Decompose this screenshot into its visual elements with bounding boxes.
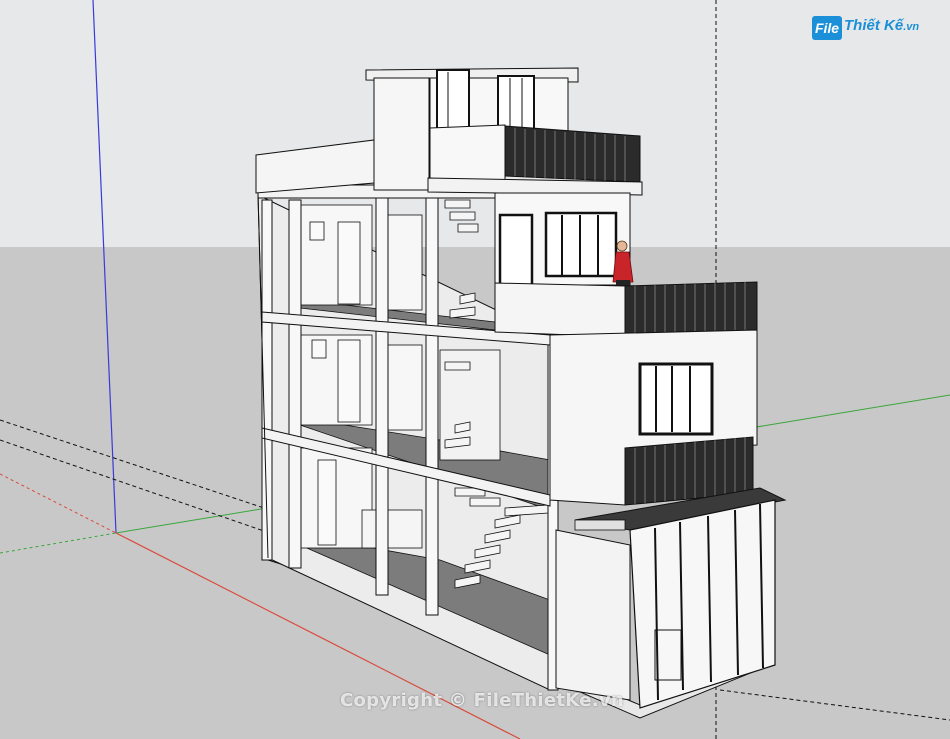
floor2-balcony-wall <box>494 282 626 338</box>
window-1a <box>311 339 327 359</box>
ground-small-roof <box>574 519 626 531</box>
logo-tld: .vn <box>903 21 920 33</box>
door-1a <box>337 339 361 423</box>
floor2-door <box>498 213 534 287</box>
sketchup-viewport[interactable]: File Thiết Kế.vn Copyright © FileThietKe… <box>0 0 950 739</box>
logo-wordmark: Thiết Kế.vn <box>844 17 919 34</box>
logo-badge: File <box>812 16 842 40</box>
top-door-right <box>497 75 535 133</box>
copyright-watermark: Copyright © FileThietKe.vn <box>340 690 625 711</box>
top-balcony-wall <box>429 124 506 181</box>
top-door-left <box>436 69 470 133</box>
room-wall-1a <box>299 334 373 426</box>
room-wall-1b <box>387 344 423 431</box>
door-0a <box>317 459 337 546</box>
top-volume-wall[interactable] <box>373 77 430 191</box>
door-2a <box>337 221 361 305</box>
ground-side-block[interactable] <box>555 529 631 701</box>
window-2a <box>309 221 325 241</box>
kitchen-counter <box>361 509 423 549</box>
room-wall-2a <box>299 204 373 306</box>
logo-name: Thiết Kế <box>844 17 904 34</box>
floor1-window <box>638 362 714 436</box>
room-wall-2b <box>387 214 423 311</box>
site-logo: File Thiết Kế.vn <box>812 14 942 44</box>
model-scene[interactable] <box>0 0 950 739</box>
